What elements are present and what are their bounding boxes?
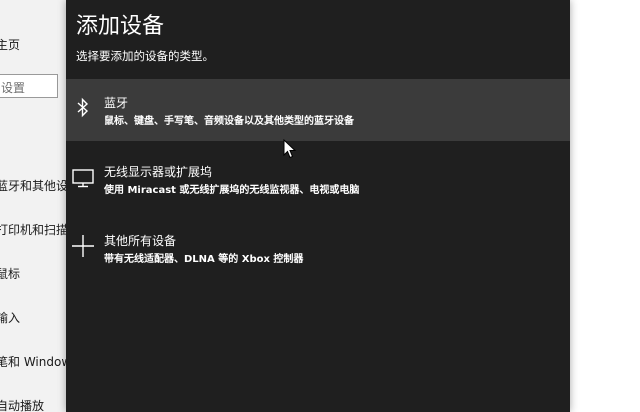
option-everything-else[interactable]: 其他所有设备 带有无线适配器、DLNA 等的 Xbox 控制器 xyxy=(66,217,570,279)
mouse-cursor-icon xyxy=(283,139,297,159)
background-right-area xyxy=(570,0,640,412)
nav-item-home[interactable]: 主页 xyxy=(0,36,20,53)
monitor-icon xyxy=(72,169,94,188)
bluetooth-icon xyxy=(77,97,89,118)
settings-search-placeholder: 设置 xyxy=(1,81,26,95)
option-everything-else-title: 其他所有设备 xyxy=(104,234,177,248)
option-bluetooth-title: 蓝牙 xyxy=(104,96,129,110)
option-wireless-display-description: 使用 Miracast 或无线扩展坞的无线监视器、电视或电脑 xyxy=(104,185,360,196)
add-device-dialog: 添加设备 选择要添加的设备的类型。 蓝牙 鼠标、键盘、手写笔、音频设备以及其他类… xyxy=(66,0,570,412)
nav-item-typing[interactable]: 输入 xyxy=(0,309,20,326)
settings-search-box[interactable]: 设置 xyxy=(0,74,58,98)
option-everything-else-description: 带有无线适配器、DLNA 等的 Xbox 控制器 xyxy=(104,254,304,265)
nav-item-autoplay[interactable]: 自动播放 xyxy=(0,397,44,412)
dialog-title: 添加设备 xyxy=(76,14,165,39)
nav-item-mouse[interactable]: 鼠标 xyxy=(0,265,20,282)
nav-item-printers[interactable]: 打印机和扫描 xyxy=(0,221,66,238)
nav-item-pen[interactable]: 笔和 Window xyxy=(0,353,66,370)
screen: 主页 设置 蓝牙和其他设 打印机和扫描 鼠标 输入 笔和 Window 自动播放… xyxy=(0,0,640,412)
plus-icon xyxy=(72,235,94,257)
settings-window-background: 主页 设置 蓝牙和其他设 打印机和扫描 鼠标 输入 笔和 Window 自动播放 xyxy=(0,0,66,412)
nav-item-bluetooth[interactable]: 蓝牙和其他设 xyxy=(0,177,66,194)
option-wireless-display[interactable]: 无线显示器或扩展坞 使用 Miracast 或无线扩展坞的无线监视器、电视或电脑 xyxy=(66,148,570,210)
option-bluetooth-description: 鼠标、键盘、手写笔、音频设备以及其他类型的蓝牙设备 xyxy=(104,116,354,127)
option-wireless-display-title: 无线显示器或扩展坞 xyxy=(104,165,213,179)
dialog-subtitle: 选择要添加的设备的类型。 xyxy=(76,49,214,63)
option-bluetooth[interactable]: 蓝牙 鼠标、键盘、手写笔、音频设备以及其他类型的蓝牙设备 xyxy=(66,79,570,141)
